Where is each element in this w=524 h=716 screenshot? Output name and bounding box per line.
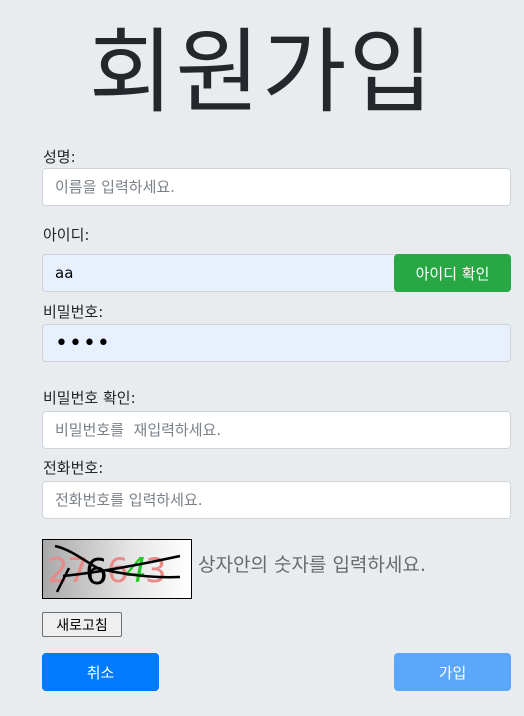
cancel-button[interactable]: 취소: [42, 653, 159, 691]
phone-input[interactable]: [42, 481, 511, 519]
phone-label: 전화번호:: [43, 459, 104, 477]
name-label: 성명:: [43, 148, 76, 166]
password-label: 비밀번호:: [43, 303, 104, 321]
userid-label: 아이디:: [43, 226, 90, 244]
name-input[interactable]: [42, 168, 511, 206]
password-input[interactable]: [42, 324, 511, 362]
signup-page: 회원가입 성명: 아이디: 아이디 확인 비밀번호: 비밀번호 확인: 전화번호…: [0, 0, 524, 716]
userid-input[interactable]: [42, 254, 397, 292]
captcha-hint: 상자안의 숫자를 입력하세요.: [198, 554, 426, 576]
join-button[interactable]: 가입: [394, 653, 511, 691]
captcha-digit-6: 3: [145, 551, 167, 591]
captcha-refresh-button[interactable]: 새로고침: [42, 612, 122, 637]
userid-check-button[interactable]: 아이디 확인: [394, 254, 511, 292]
password-confirm-label: 비밀번호 확인:: [43, 389, 136, 407]
captcha-digit-1: 2: [47, 551, 69, 591]
password-confirm-input[interactable]: [42, 411, 511, 449]
page-title: 회원가입: [88, 19, 436, 126]
captcha-image: 2 7 6 6 4 3: [42, 539, 192, 599]
captcha-digit-5: 4: [125, 551, 147, 591]
